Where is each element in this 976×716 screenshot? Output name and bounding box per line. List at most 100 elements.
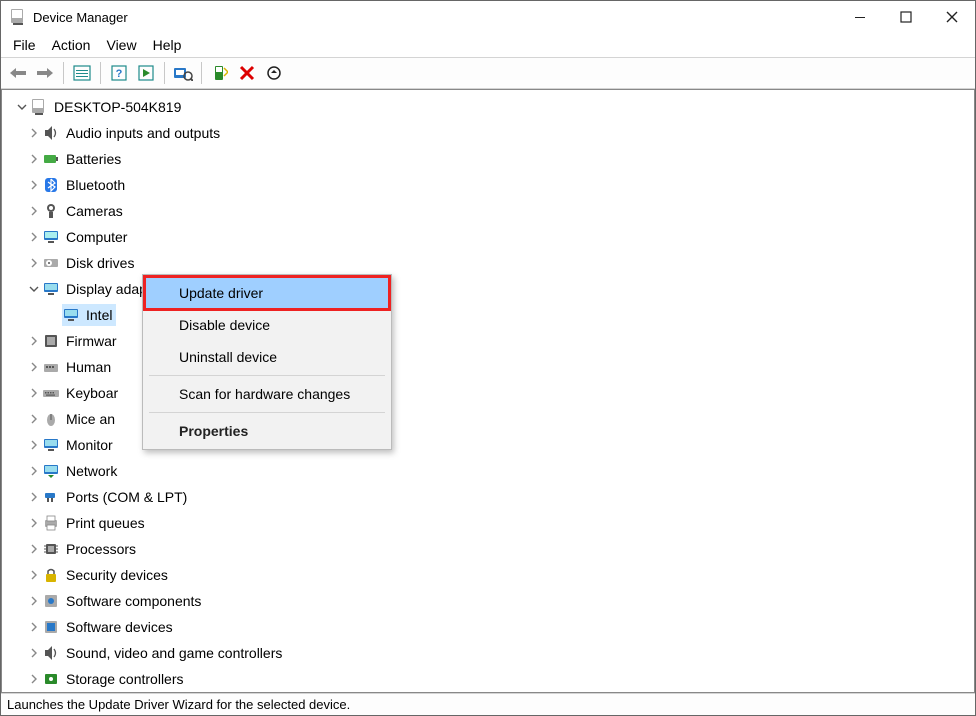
- chevron-right-icon[interactable]: [26, 437, 42, 453]
- tree-item-label: Processors: [66, 541, 136, 557]
- context-menu-update-driver[interactable]: Update driver: [145, 277, 389, 309]
- context-menu-label: Update driver: [179, 285, 263, 301]
- tree-item-label: Storage controllers: [66, 671, 184, 687]
- app-icon: [9, 8, 27, 26]
- computer-icon: [42, 228, 60, 246]
- printer-icon: [42, 514, 60, 532]
- minimize-button[interactable]: [837, 1, 883, 33]
- sound-icon: [42, 644, 60, 662]
- tree-item-label: Computer: [66, 229, 127, 245]
- port-icon: [42, 488, 60, 506]
- context-menu-scan-hardware[interactable]: Scan for hardware changes: [145, 378, 389, 410]
- maximize-button[interactable]: [883, 1, 929, 33]
- tree-item-label: Keyboar: [66, 385, 118, 401]
- menu-view[interactable]: View: [106, 37, 136, 53]
- chevron-right-icon[interactable]: [26, 645, 42, 661]
- software-component-icon: [42, 592, 60, 610]
- chevron-down-icon[interactable]: [26, 281, 42, 297]
- tree-item-storage[interactable]: Storage controllers: [26, 666, 974, 692]
- chevron-right-icon[interactable]: [26, 255, 42, 271]
- storage-icon: [42, 670, 60, 688]
- menu-file[interactable]: File: [13, 37, 36, 53]
- bluetooth-icon: [42, 176, 60, 194]
- tree-item-label: Monitor: [66, 437, 113, 453]
- tree-item-label: Firmwar: [66, 333, 117, 349]
- titlebar: Device Manager: [1, 1, 975, 33]
- tree-item-software-components[interactable]: Software components: [26, 588, 974, 614]
- tree-item-label: Intel: [86, 307, 112, 323]
- context-menu-properties[interactable]: Properties: [145, 415, 389, 447]
- tree-item-disk[interactable]: Disk drives: [26, 250, 974, 276]
- chevron-right-icon[interactable]: [26, 463, 42, 479]
- tree-item-label: Sound, video and game controllers: [66, 645, 282, 661]
- chevron-right-icon[interactable]: [26, 489, 42, 505]
- menubar: File Action View Help: [1, 33, 975, 58]
- tree-item-network[interactable]: Network: [26, 458, 974, 484]
- tree-item-system[interactable]: System devices: [26, 692, 974, 693]
- statusbar-text: Launches the Update Driver Wizard for th…: [7, 697, 350, 712]
- chevron-right-icon[interactable]: [26, 619, 42, 635]
- chevron-down-icon[interactable]: [14, 99, 30, 115]
- chevron-right-icon[interactable]: [26, 229, 42, 245]
- context-menu-uninstall-device[interactable]: Uninstall device: [145, 341, 389, 373]
- tree-root[interactable]: DESKTOP-504K819: [2, 94, 974, 120]
- context-menu: Update driver Disable device Uninstall d…: [142, 274, 392, 450]
- disk-icon: [42, 254, 60, 272]
- action-button[interactable]: [134, 61, 158, 85]
- show-hide-console-tree-button[interactable]: [70, 61, 94, 85]
- separator: [63, 62, 64, 84]
- chevron-right-icon[interactable]: [26, 177, 42, 193]
- tree-item-batteries[interactable]: Batteries: [26, 146, 974, 172]
- chevron-right-icon[interactable]: [26, 333, 42, 349]
- uninstall-button[interactable]: [235, 61, 259, 85]
- chevron-right-icon[interactable]: [26, 125, 42, 141]
- chevron-right-icon[interactable]: [26, 515, 42, 531]
- tree-item-software-devices[interactable]: Software devices: [26, 614, 974, 640]
- context-menu-disable-device[interactable]: Disable device: [145, 309, 389, 341]
- chevron-right-icon[interactable]: [26, 411, 42, 427]
- separator: [164, 62, 165, 84]
- device-tree-area[interactable]: DESKTOP-504K819 Audio inputs and outputs…: [1, 89, 975, 693]
- mouse-icon: [42, 410, 60, 428]
- chevron-right-icon[interactable]: [26, 359, 42, 375]
- statusbar: Launches the Update Driver Wizard for th…: [1, 693, 975, 715]
- tree-item-security[interactable]: Security devices: [26, 562, 974, 588]
- network-icon: [42, 462, 60, 480]
- tree-item-audio[interactable]: Audio inputs and outputs: [26, 120, 974, 146]
- context-menu-label: Uninstall device: [179, 349, 277, 365]
- menu-help[interactable]: Help: [153, 37, 182, 53]
- tree-item-print[interactable]: Print queues: [26, 510, 974, 536]
- tree-item-label: Batteries: [66, 151, 121, 167]
- chevron-right-icon[interactable]: [26, 541, 42, 557]
- tree-item-ports[interactable]: Ports (COM & LPT): [26, 484, 974, 510]
- tree-item-cameras[interactable]: Cameras: [26, 198, 974, 224]
- scan-hardware-button[interactable]: [171, 61, 195, 85]
- chevron-right-icon[interactable]: [26, 567, 42, 583]
- back-button[interactable]: [6, 61, 30, 85]
- forward-button[interactable]: [33, 61, 57, 85]
- tree-item-label: Human: [66, 359, 111, 375]
- menu-action[interactable]: Action: [52, 37, 91, 53]
- tree-item-label: Software devices: [66, 619, 173, 635]
- firmware-icon: [42, 332, 60, 350]
- chevron-right-icon[interactable]: [26, 151, 42, 167]
- tree-item-label: Network: [66, 463, 117, 479]
- enable-disable-button[interactable]: [262, 61, 286, 85]
- chevron-right-icon[interactable]: [26, 203, 42, 219]
- close-button[interactable]: [929, 1, 975, 33]
- tree-item-sound[interactable]: Sound, video and game controllers: [26, 640, 974, 666]
- chevron-right-icon[interactable]: [26, 593, 42, 609]
- hid-icon: [42, 358, 60, 376]
- tree-item-label: Security devices: [66, 567, 168, 583]
- audio-icon: [42, 124, 60, 142]
- chevron-right-icon[interactable]: [26, 671, 42, 687]
- help-button[interactable]: ?: [107, 61, 131, 85]
- update-driver-button[interactable]: [208, 61, 232, 85]
- display-adapter-icon: [62, 306, 80, 324]
- computer-icon: [30, 98, 48, 116]
- tree-item-computer[interactable]: Computer: [26, 224, 974, 250]
- tree-item-processors[interactable]: Processors: [26, 536, 974, 562]
- tree-item-bluetooth[interactable]: Bluetooth: [26, 172, 974, 198]
- chevron-right-icon[interactable]: [26, 385, 42, 401]
- tree-item-label: Print queues: [66, 515, 145, 531]
